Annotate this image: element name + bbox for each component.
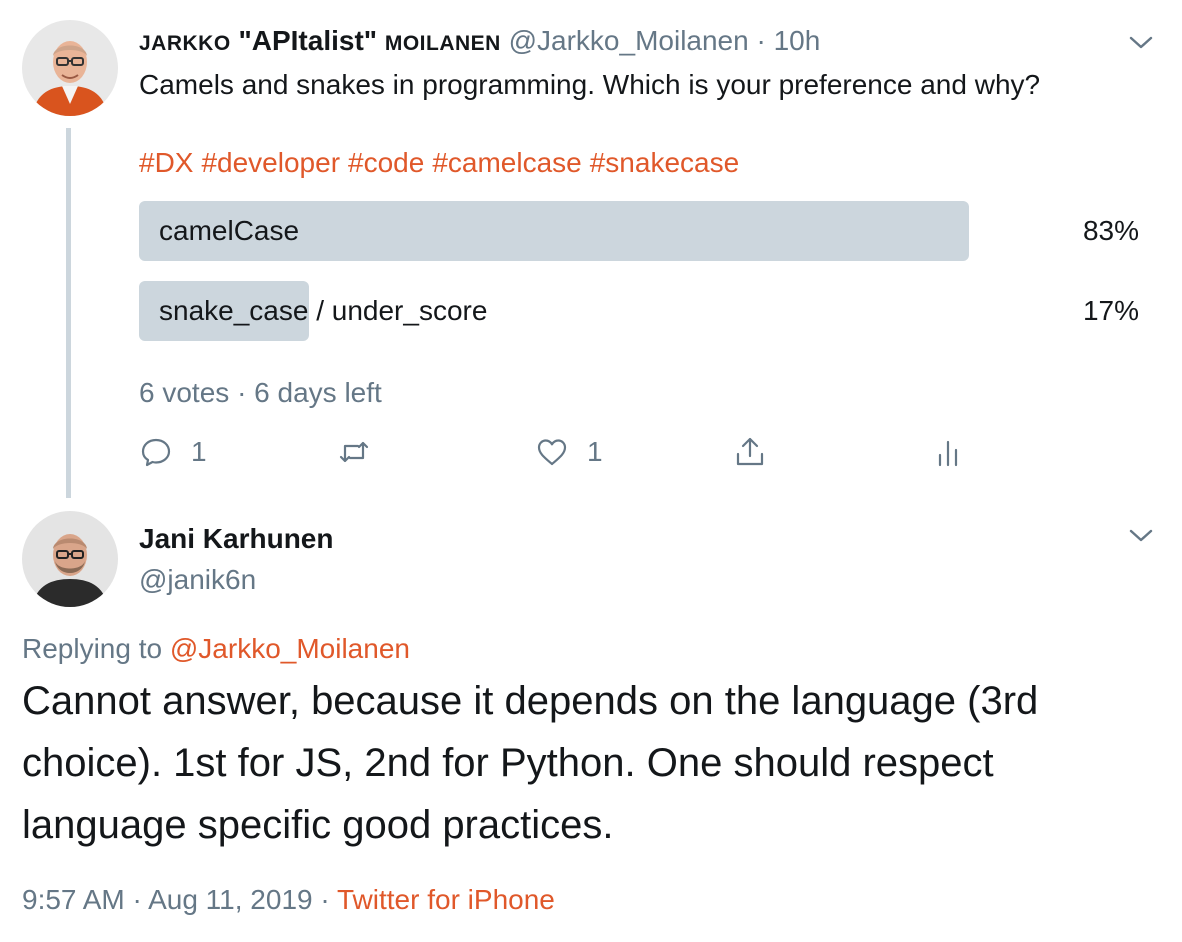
poll-option-percent: 83% bbox=[1082, 215, 1139, 246]
share-button[interactable] bbox=[733, 432, 767, 472]
replying-mention[interactable]: @Jarkko_Moilanen bbox=[170, 633, 410, 664]
tweet-header: Jarkko "APItalist" Moilanen @Jarkko_Moil… bbox=[139, 24, 820, 61]
reply-source[interactable]: Twitter for iPhone bbox=[337, 884, 555, 915]
reply-icon bbox=[141, 438, 171, 467]
analytics-icon bbox=[938, 440, 958, 467]
hashtag-link[interactable]: #developer bbox=[201, 147, 340, 178]
replying-prefix: Replying to bbox=[22, 633, 163, 664]
separator: · bbox=[237, 377, 247, 408]
chevron-down-icon[interactable] bbox=[1127, 521, 1155, 549]
reply-button[interactable]: 1 bbox=[139, 432, 207, 472]
hashtag-link[interactable]: #DX bbox=[139, 147, 193, 178]
reply-author-name[interactable]: Jani Karhunen bbox=[139, 522, 333, 556]
separator: · bbox=[132, 884, 142, 915]
poll-option-label: camelCase bbox=[159, 215, 300, 246]
reply-text: Cannot answer, because it depends on the… bbox=[22, 679, 1039, 847]
hashtag-link[interactable]: #snakecase bbox=[590, 147, 739, 178]
separator: · bbox=[756, 25, 766, 56]
tweet-time[interactable]: 10h bbox=[774, 25, 821, 56]
tweet-text: Camels and snakes in programming. Which … bbox=[139, 69, 1041, 100]
thread-line bbox=[66, 128, 71, 498]
hashtag-link[interactable]: #code bbox=[348, 147, 424, 178]
reply-date[interactable]: Aug 11, 2019 bbox=[148, 884, 313, 915]
retweet-button[interactable] bbox=[337, 432, 371, 472]
analytics-button[interactable] bbox=[931, 432, 965, 472]
hashtags: #DX #developer #code #camelcase #snakecase bbox=[139, 145, 739, 181]
poll-votes: 6 votes bbox=[139, 377, 230, 408]
author-handle[interactable]: @Jarkko_Moilanen bbox=[509, 25, 749, 56]
reply-footer: 9:57 AM · Aug 11, 2019 · Twitter for iPh… bbox=[22, 882, 555, 918]
like-icon bbox=[537, 439, 567, 466]
reply-count: 1 bbox=[191, 436, 207, 467]
chevron-down-icon[interactable] bbox=[1127, 28, 1155, 56]
poll-option-label: snake_case / under_score bbox=[159, 295, 488, 326]
poll-option: camelCase 83% bbox=[139, 201, 1139, 261]
avatar-jani[interactable] bbox=[22, 511, 118, 607]
reply-time[interactable]: 9:57 AM bbox=[22, 884, 125, 915]
retweet-icon bbox=[339, 441, 369, 463]
author-name[interactable]: Jarkko "APItalist" Moilanen bbox=[139, 25, 501, 56]
poll-meta: 6 votes · 6 days left bbox=[139, 375, 382, 411]
separator: · bbox=[320, 884, 330, 915]
poll-option: snake_case / under_score 17% bbox=[139, 281, 1139, 341]
poll-time-left: 6 days left bbox=[254, 377, 382, 408]
like-count: 1 bbox=[587, 436, 603, 467]
share-icon bbox=[736, 437, 764, 466]
replying-to: Replying to @Jarkko_Moilanen bbox=[22, 631, 410, 667]
avatar-jarkko[interactable] bbox=[22, 20, 118, 116]
reply-author-handle[interactable]: @janik6n bbox=[139, 563, 256, 597]
like-button[interactable]: 1 bbox=[535, 432, 603, 472]
poll-option-percent: 17% bbox=[1082, 295, 1139, 326]
hashtag-link[interactable]: #camelcase bbox=[432, 147, 581, 178]
